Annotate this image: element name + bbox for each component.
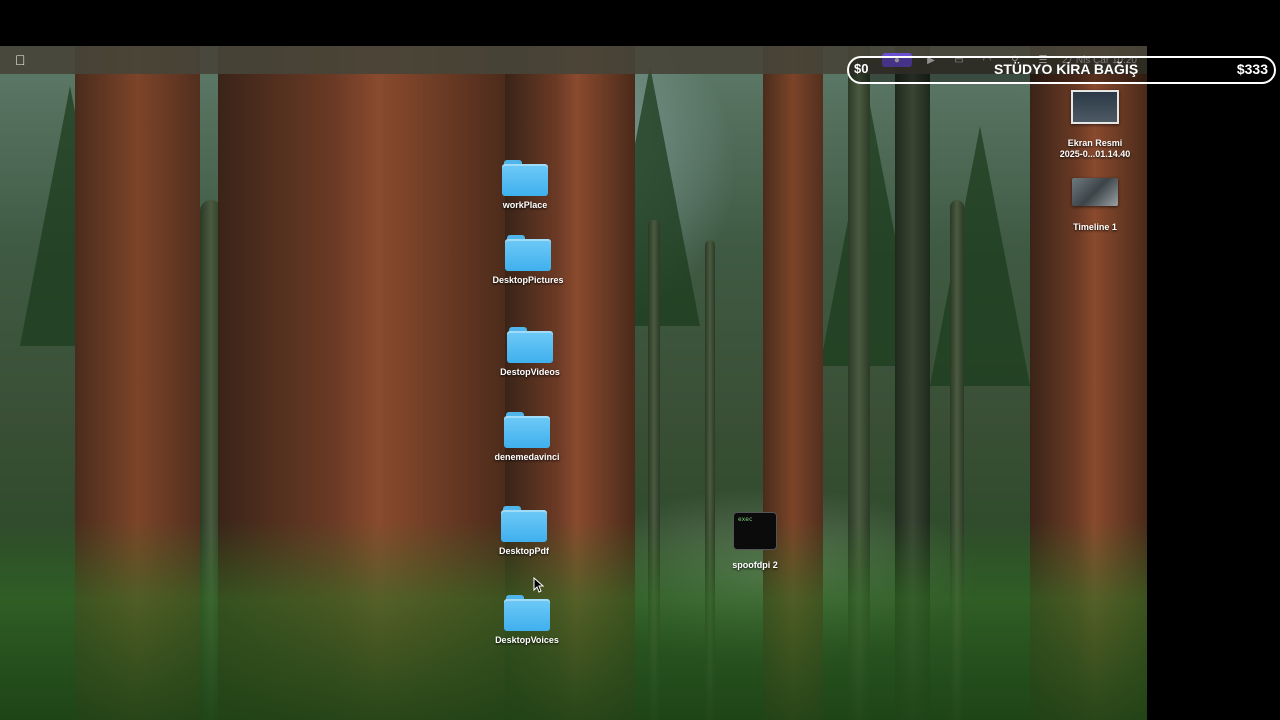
donation-goal-amount: $333 bbox=[1236, 61, 1268, 77]
folder-label: DesktopVoices bbox=[495, 635, 559, 645]
donation-title: STÜDYO KİRA BAĞIŞ bbox=[994, 61, 1139, 77]
folder-label: DestopVideos bbox=[500, 367, 560, 377]
folder-label: DesktopPdf bbox=[498, 546, 549, 556]
folder-icon bbox=[504, 412, 550, 448]
file-label: Timeline 1 bbox=[1073, 222, 1117, 232]
wallpaper-foliage bbox=[0, 520, 1147, 720]
folder-label: workPlace bbox=[502, 200, 548, 210]
folder-icon bbox=[507, 327, 553, 363]
donation-goal-banner: $0 STÜDYO KİRA BAĞIŞ $333 bbox=[847, 56, 1276, 84]
desktop-folder-desktoppdf[interactable]: DesktopPdf bbox=[479, 506, 569, 556]
folder-label: DesktopPictures bbox=[492, 275, 564, 285]
desktop-folder-desktoppictures[interactable]: DesktopPictures bbox=[483, 235, 573, 285]
folder-icon bbox=[502, 160, 548, 196]
desktop-folder-desktopvoices[interactable]: DesktopVoices bbox=[482, 595, 572, 645]
apple-menu-icon[interactable]:  bbox=[15, 52, 29, 68]
desktop-file-timeline[interactable]: Timeline 1 bbox=[1050, 178, 1140, 232]
desktop-file-screenshot[interactable]: Ekran Resmi 2025-0...01.14.40 bbox=[1050, 90, 1140, 159]
timeline-thumbnail bbox=[1072, 178, 1118, 206]
folder-label: denemedavinci bbox=[494, 452, 560, 462]
desktop-folder-denemedavinci[interactable]: denemedavinci bbox=[482, 412, 572, 462]
folder-icon bbox=[505, 235, 551, 271]
desktop-folder-destopvideos[interactable]: DestopVideos bbox=[485, 327, 575, 377]
desktop-folder-workplace[interactable]: workPlace bbox=[480, 160, 570, 210]
desktop-screen:  ● ▶ ▭ ◠ ⚲ ☰ 27 Nis Çar 10:20 workPlace… bbox=[0, 46, 1147, 720]
file-label: Ekran Resmi bbox=[1067, 138, 1123, 148]
folder-icon bbox=[501, 506, 547, 542]
donation-current-amount: $0 bbox=[854, 61, 869, 76]
terminal-executable-icon: exec bbox=[733, 512, 777, 550]
screenshot-thumbnail bbox=[1071, 90, 1119, 124]
wallpaper-conifer bbox=[930, 126, 1030, 386]
file-label: 2025-0...01.14.40 bbox=[1059, 149, 1131, 159]
desktop-file-spoofdpi[interactable]: exec spoofdpi 2 bbox=[710, 512, 800, 570]
folder-icon bbox=[504, 595, 550, 631]
file-label: spoofdpi 2 bbox=[732, 560, 778, 570]
